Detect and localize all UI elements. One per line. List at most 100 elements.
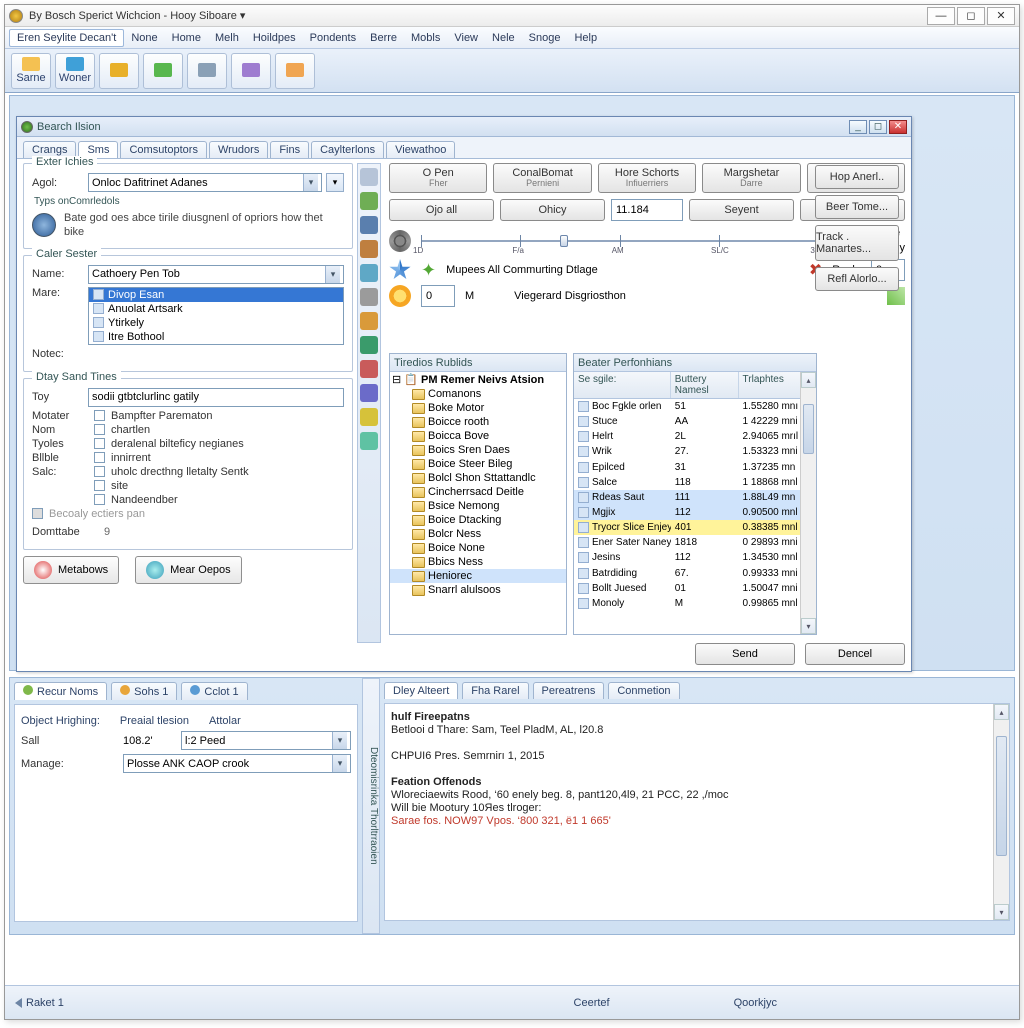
tree-node[interactable]: Bsice Nemong — [390, 499, 566, 513]
menu-none[interactable]: None — [124, 30, 164, 46]
lower-right-tab[interactable]: Dley Alteert — [384, 682, 458, 699]
list-item[interactable]: Divop Esan — [89, 288, 343, 302]
table-row[interactable]: Tryocr Slice Enjey4010.38385 mnl — [574, 520, 816, 535]
vtool-7[interactable] — [360, 336, 378, 354]
toy-input[interactable]: sodii gtbtclurlinc gatily — [88, 388, 344, 407]
close-button[interactable]: ✕ — [987, 7, 1015, 25]
tab-viewathoo[interactable]: Viewathoo — [386, 141, 455, 158]
side-btn[interactable]: Refl Alorlo... — [815, 267, 899, 291]
tree-node[interactable]: Boicce rooth — [390, 415, 566, 429]
tab-fins[interactable]: Fins — [270, 141, 309, 158]
tree-node[interactable]: Boke Motor — [390, 401, 566, 415]
menu-snoge[interactable]: Snoge — [522, 30, 568, 46]
checkbox[interactable] — [94, 452, 105, 463]
table-row[interactable]: Salce1181 18868 mnl — [574, 475, 816, 490]
ohicy-button[interactable]: Ohicy — [500, 199, 605, 221]
inner-close[interactable]: ✕ — [889, 120, 907, 134]
tab-wrudors[interactable]: Wrudors — [209, 141, 268, 158]
inner-minimize[interactable]: _ — [849, 120, 867, 134]
table-row[interactable]: Mgjix1120.90500 mnl — [574, 505, 816, 520]
lower-tab[interactable]: Cclot 1 — [181, 682, 247, 700]
send-button[interactable]: Send — [695, 643, 795, 665]
inner-maximize[interactable]: ◻ — [869, 120, 887, 134]
menu-berre[interactable]: Berre — [363, 30, 404, 46]
table-row[interactable]: Boc Fgkle orlen511.55280 mnı — [574, 399, 816, 414]
minimize-button[interactable]: — — [927, 7, 955, 25]
table-row[interactable]: Bollt Juesed011.50047 mni — [574, 581, 816, 596]
side-btn[interactable]: Beer Tome... — [815, 195, 899, 219]
col-header[interactable]: Se sgile: — [574, 372, 671, 398]
lower-right-tab[interactable]: Fha Rarel — [462, 682, 528, 699]
tree-node[interactable]: Snarrl alulsoos — [390, 583, 566, 597]
menu-melh[interactable]: Melh — [208, 30, 246, 46]
checkbox[interactable] — [94, 466, 105, 477]
col-header[interactable]: Buttery Namesl — [671, 372, 739, 398]
mare-listbox[interactable]: Divop EsanAnuolat ArtsarkYtirkelyItre Bo… — [88, 287, 344, 345]
list-item[interactable]: Ytirkely — [89, 316, 343, 330]
lower-tab[interactable]: Recur Noms — [14, 682, 107, 700]
menu-nele[interactable]: Nele — [485, 30, 522, 46]
table-row[interactable]: Wrik27.1.53323 mni — [574, 444, 816, 459]
tree-node[interactable]: Bbics Ness — [390, 555, 566, 569]
agol-combo[interactable]: Onloc Dafitrinet Adanes▾ — [88, 173, 322, 192]
seyent-button[interactable]: Seyent — [689, 199, 794, 221]
ojoall-button[interactable]: Ojo all — [389, 199, 494, 221]
vtool-9[interactable] — [360, 384, 378, 402]
tree-node[interactable]: Boicca Bove — [390, 429, 566, 443]
toolbar-btn-3[interactable] — [143, 53, 183, 89]
tree-node[interactable]: Boics Sren Daes — [390, 443, 566, 457]
table-row[interactable]: StuceAA1 42229 mni — [574, 414, 816, 429]
metabows-button[interactable]: Metabows — [23, 556, 119, 584]
vtool-4[interactable] — [360, 264, 378, 282]
checkbox[interactable] — [94, 410, 105, 421]
table-row[interactable]: Batrdiding67.0.99333 mni — [574, 566, 816, 581]
toolbar-btn-4[interactable] — [187, 53, 227, 89]
top-btn[interactable]: O PenFher — [389, 163, 487, 193]
tree-node[interactable]: Bolcl Shon Sttattandlc — [390, 471, 566, 485]
agol-extra[interactable]: ▾ — [326, 173, 344, 192]
table-row[interactable]: Rdeas Saut1111.88L49 mn — [574, 490, 816, 505]
console-scrollbar[interactable]: ▴▾ — [993, 704, 1009, 920]
side-btn[interactable]: Hop Anerl.. — [815, 165, 899, 189]
menu-pondents[interactable]: Pondents — [303, 30, 363, 46]
list-item[interactable]: Anuolat Artsark — [89, 302, 343, 316]
toolbar-btn-2[interactable] — [99, 53, 139, 89]
checkbox[interactable] — [94, 480, 105, 491]
table-row[interactable]: Helrt2L2.94065 mrıl — [574, 429, 816, 444]
sall-combo[interactable]: l:2 Peed▾ — [181, 731, 351, 750]
table-row[interactable]: Epilced311.37235 mn — [574, 460, 816, 475]
top-btn[interactable]: Hore SchortsInfiuerriers — [598, 163, 696, 193]
vtool-10[interactable] — [360, 408, 378, 426]
menu-mobls[interactable]: Mobls — [404, 30, 447, 46]
cancel-button[interactable]: Dencel — [805, 643, 905, 665]
toolbar-btn-1[interactable]: Woner — [55, 53, 95, 89]
table-row[interactable]: Jesins1121.34530 mnl — [574, 550, 816, 565]
checkbox[interactable] — [94, 424, 105, 435]
lower-right-tab[interactable]: Pereatrens — [533, 682, 605, 699]
time-slider[interactable]: 1DF/aAMSL/C3AC — [421, 232, 818, 250]
menu-home[interactable]: Home — [165, 30, 208, 46]
sun-input[interactable]: 0 — [421, 285, 455, 307]
checkbox[interactable] — [94, 494, 105, 505]
vtool-8[interactable] — [360, 360, 378, 378]
toolbar-btn-0[interactable]: Sarne — [11, 53, 51, 89]
tree-node[interactable]: Boice None — [390, 541, 566, 555]
tab-comsutoptors[interactable]: Comsutoptors — [120, 141, 206, 158]
tree-node[interactable]: Cincherrsacd Deitle — [390, 485, 566, 499]
tab-caylterlons[interactable]: Caylterlons — [311, 141, 384, 158]
vtool-1[interactable] — [360, 192, 378, 210]
menu-hoildpes[interactable]: Hoildpes — [246, 30, 303, 46]
table-scrollbar[interactable]: ▴▾ — [800, 372, 816, 634]
tree-node[interactable]: Comanons — [390, 387, 566, 401]
toolbar-btn-6[interactable] — [275, 53, 315, 89]
num-input[interactable]: 11.184 — [611, 199, 683, 221]
vtool-2[interactable] — [360, 216, 378, 234]
vtool-3[interactable] — [360, 240, 378, 258]
top-btn[interactable]: MargshetarDarre — [702, 163, 800, 193]
menu-view[interactable]: View — [447, 30, 485, 46]
sall-input-a[interactable]: 108.2' — [123, 735, 175, 747]
maximize-button[interactable]: ◻ — [957, 7, 985, 25]
menu-help[interactable]: Help — [567, 30, 604, 46]
tree-node[interactable]: Boice Dtacking — [390, 513, 566, 527]
lower-tab[interactable]: Sohs 1 — [111, 682, 177, 700]
